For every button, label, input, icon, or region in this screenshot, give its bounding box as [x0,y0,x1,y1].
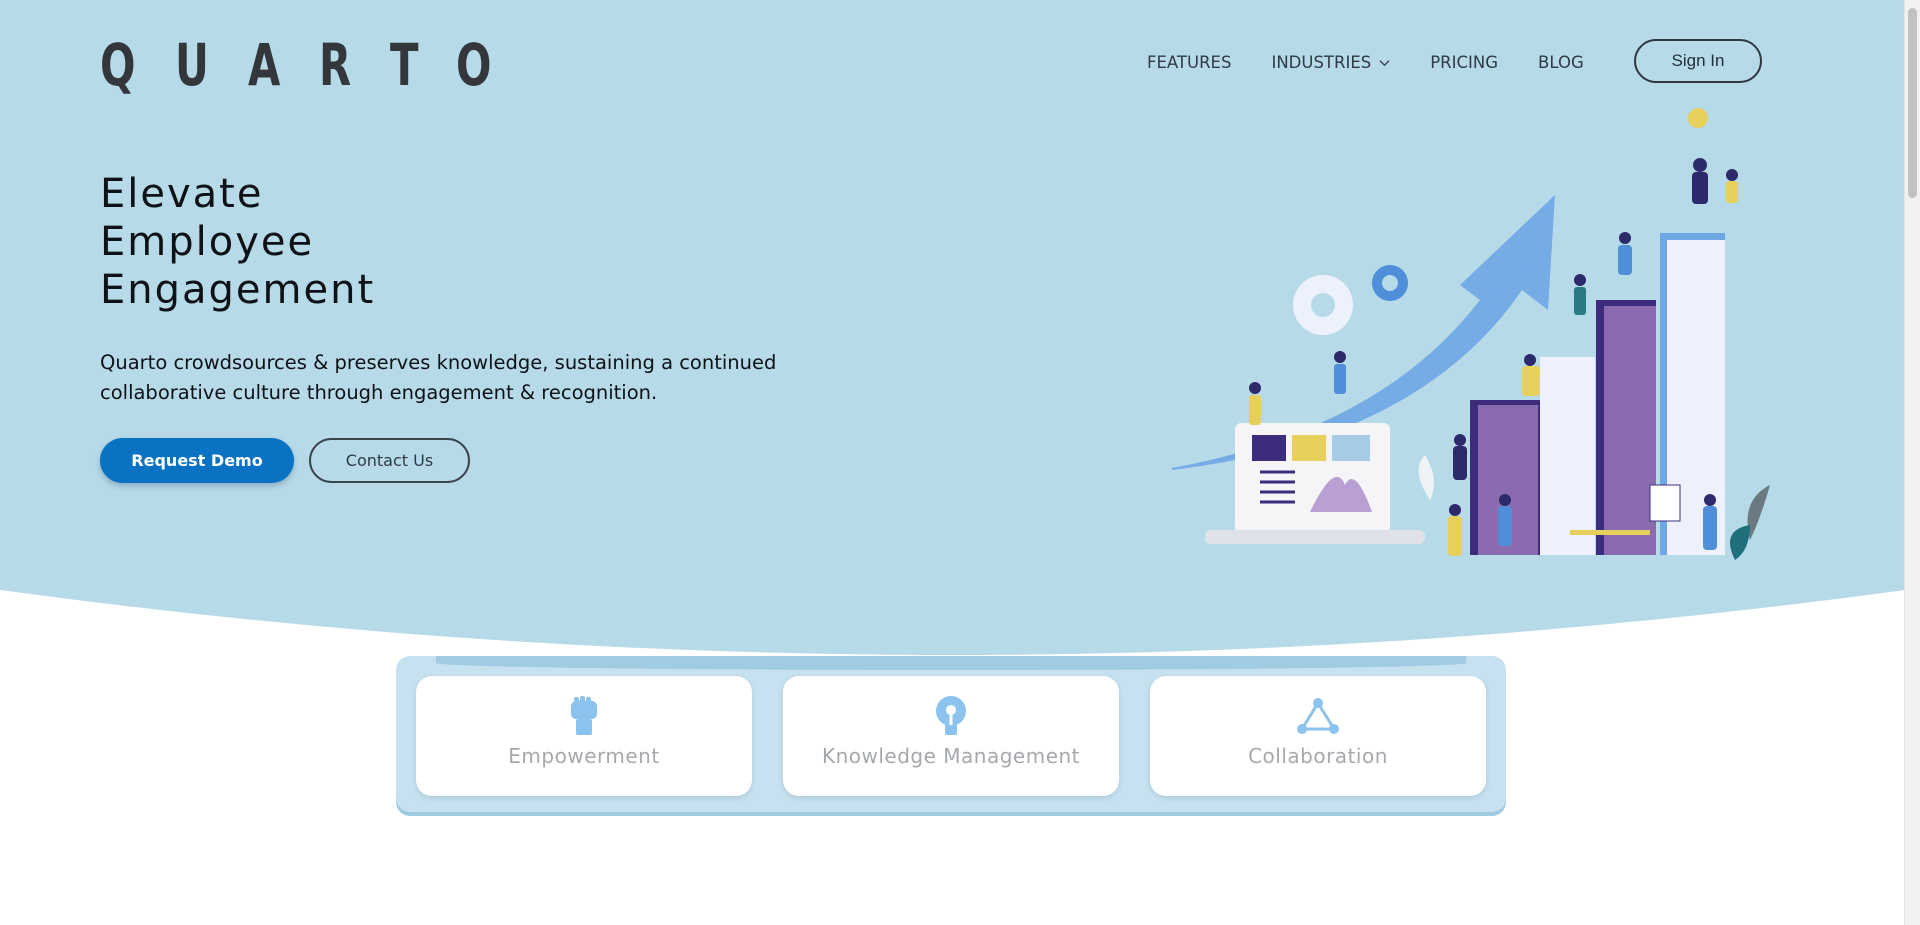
logo-letter: R [319,31,352,99]
feature-label: Collaboration [1248,744,1388,768]
lightbulb-icon [929,694,973,738]
feature-card-empowerment[interactable]: Empowerment [416,676,752,796]
nav-blog[interactable]: BLOG [1538,53,1584,72]
feature-card-collaboration[interactable]: Collaboration [1150,676,1486,796]
feature-label: Empowerment [508,744,660,768]
chevron-down-icon [1379,59,1390,66]
scrollbar-thumb[interactable] [1908,8,1917,198]
logo-letter: T [389,31,419,99]
headline-line: Engagement [100,267,376,313]
contact-us-button[interactable]: Contact Us [309,438,470,483]
sign-in-button[interactable]: Sign In [1634,39,1762,83]
nav-industries-label: INDUSTRIES [1271,52,1372,72]
logo-letter: Q [100,31,136,99]
headline-line: Employee [100,219,315,265]
logo-letter: U [175,31,210,99]
feature-card-knowledge-management[interactable]: Knowledge Management [783,676,1119,796]
fist-icon [562,694,606,738]
logo-letter: A [248,31,281,99]
nav-pricing[interactable]: PRICING [1430,53,1498,72]
growth-illustration [1172,108,1770,560]
logo-letter: O [455,31,492,99]
triangle-network-icon [1296,694,1340,738]
main-nav: FEATURES INDUSTRIES PRICING BLOG [1147,44,1584,80]
headline-line: Elevate [100,171,264,217]
hero-subtitle: Quarto crowdsources & preserves knowledg… [100,351,777,404]
quarto-logo[interactable]: Q U A R T O [100,31,491,99]
feature-label: Knowledge Management [821,744,1081,768]
nav-industries-dropdown[interactable]: INDUSTRIES [1271,53,1390,72]
hero-headline: Elevate Employee Engagement [100,170,375,314]
request-demo-button[interactable]: Request Demo [100,438,294,483]
features-panel: Empowerment Knowledge Management Collabo… [396,656,1506,816]
nav-features[interactable]: FEATURES [1147,53,1231,72]
vertical-scrollbar[interactable] [1904,0,1920,925]
